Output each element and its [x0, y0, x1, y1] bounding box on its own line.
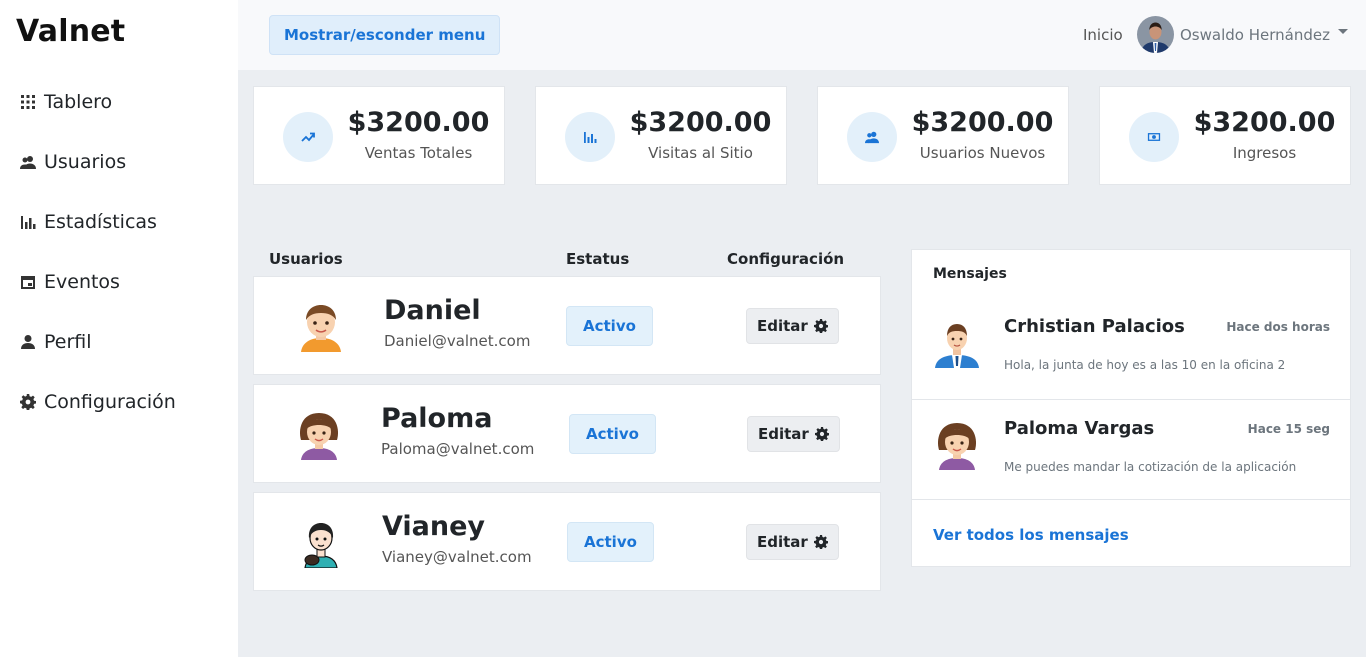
sidebar-item-label: Eventos: [44, 271, 120, 293]
stat-label: Usuarios Nuevos: [919, 144, 1046, 162]
avatar: [1137, 16, 1174, 53]
edit-label: Editar: [757, 317, 808, 335]
topbar: Mostrar/esconder menu Inicio Oswaldo Her…: [238, 0, 1366, 70]
home-link[interactable]: Inicio: [1083, 26, 1123, 44]
user-name: Daniel: [384, 295, 481, 326]
user-name: Paloma: [381, 403, 493, 434]
gear-icon: [814, 427, 829, 441]
message-sender: Crhistian Palacios: [1004, 316, 1185, 337]
money-icon: [1129, 112, 1179, 162]
status-badge: Activo: [567, 522, 654, 562]
column-header-status: Estatus: [566, 250, 630, 268]
sidebar-nav: Tablero Usuarios Estadísticas Eventos Pe…: [0, 72, 238, 432]
message-time: Hace dos horas: [1226, 320, 1330, 334]
stat-value: $3200.00: [629, 107, 772, 138]
brand-logo[interactable]: Valnet: [16, 14, 125, 49]
edit-label: Editar: [758, 425, 809, 443]
gear-icon: [813, 319, 828, 333]
sidebar-item-estadisticas[interactable]: Estadísticas: [0, 192, 238, 252]
sidebar-item-label: Usuarios: [44, 151, 127, 173]
edit-button[interactable]: Editar: [746, 308, 839, 344]
message-sender: Paloma Vargas: [1004, 418, 1155, 439]
user-email: Vianey@valnet.com: [382, 548, 532, 566]
avatar: [294, 408, 344, 460]
stat-card-ingresos: $3200.00 Ingresos: [1099, 86, 1351, 185]
user-name: Vianey: [382, 511, 486, 542]
user-email: Paloma@valnet.com: [381, 440, 535, 458]
view-all-messages-link[interactable]: Ver todos los mensajes: [933, 526, 1129, 544]
trending-up-icon: [283, 112, 333, 162]
bar-chart-icon: [565, 112, 615, 162]
message-preview: Me puedes mandar la cotización de la apl…: [1004, 460, 1297, 474]
sidebar-item-tablero[interactable]: Tablero: [0, 72, 238, 132]
stat-label: Ingresos: [1232, 144, 1297, 162]
sidebar-item-label: Tablero: [44, 91, 113, 113]
stat-value: $3200.00: [1193, 107, 1336, 138]
sidebar-item-eventos[interactable]: Eventos: [0, 252, 238, 312]
gear-icon: [813, 535, 828, 549]
message-time: Hace 15 seg: [1247, 422, 1330, 436]
stat-card-usuarios: $3200.00 Usuarios Nuevos: [817, 86, 1069, 185]
toggle-menu-button[interactable]: Mostrar/esconder menu: [269, 15, 501, 55]
gear-icon: [20, 394, 36, 410]
sidebar-item-label: Estadísticas: [44, 211, 157, 233]
sidebar-item-label: Perfil: [44, 331, 92, 353]
users-icon: [847, 112, 897, 162]
sidebar-item-configuracion[interactable]: Configuración: [0, 372, 238, 432]
message-preview: Hola, la junta de hoy es a las 10 en la …: [1004, 358, 1286, 372]
status-badge: Activo: [566, 306, 653, 346]
table-row: Vianey Vianey@valnet.com Activo Editar: [253, 492, 881, 591]
messages-title: Mensajes: [933, 266, 1007, 282]
table-row: Daniel Daniel@valnet.com Activo Editar: [253, 276, 881, 375]
stat-value: $3200.00: [347, 107, 490, 138]
user-dropdown[interactable]: Oswaldo Hernández: [1137, 16, 1348, 53]
users-icon: [20, 154, 36, 170]
calendar-icon: [20, 274, 36, 290]
person-icon: [20, 334, 36, 350]
status-badge: Activo: [569, 414, 656, 454]
sidebar-item-perfil[interactable]: Perfil: [0, 312, 238, 372]
avatar: [932, 316, 982, 368]
messages-panel: Mensajes Crhistian Palacios Hace dos hor…: [911, 249, 1351, 567]
user-name: Oswaldo Hernández: [1180, 25, 1330, 44]
edit-button[interactable]: Editar: [747, 416, 840, 452]
sidebar: Valnet Tablero Usuarios Estadísticas Eve…: [0, 0, 238, 657]
avatar: [296, 516, 346, 569]
column-header-config: Configuración: [727, 250, 845, 268]
message-item[interactable]: Paloma Vargas Hace 15 seg Me puedes mand…: [912, 399, 1350, 500]
table-row: Paloma Paloma@valnet.com Activo Editar: [253, 384, 881, 483]
bar-chart-icon: [20, 214, 36, 230]
sidebar-item-label: Configuración: [44, 391, 176, 413]
stat-card-visitas: $3200.00 Visitas al Sitio: [535, 86, 787, 185]
stat-label: Visitas al Sitio: [648, 144, 753, 162]
message-item[interactable]: Crhistian Palacios Hace dos horas Hola, …: [912, 298, 1350, 399]
edit-label: Editar: [757, 533, 808, 551]
stat-value: $3200.00: [911, 107, 1054, 138]
stat-label: Ventas Totales: [364, 144, 473, 162]
stat-card-ventas: $3200.00 Ventas Totales: [253, 86, 505, 185]
sidebar-item-usuarios[interactable]: Usuarios: [0, 132, 238, 192]
avatar: [296, 300, 346, 352]
grid-icon: [20, 94, 36, 110]
user-email: Daniel@valnet.com: [384, 332, 531, 350]
caret-down-icon: [1337, 29, 1348, 34]
column-header-users: Usuarios: [269, 250, 343, 268]
edit-button[interactable]: Editar: [746, 524, 839, 560]
avatar: [932, 418, 982, 470]
